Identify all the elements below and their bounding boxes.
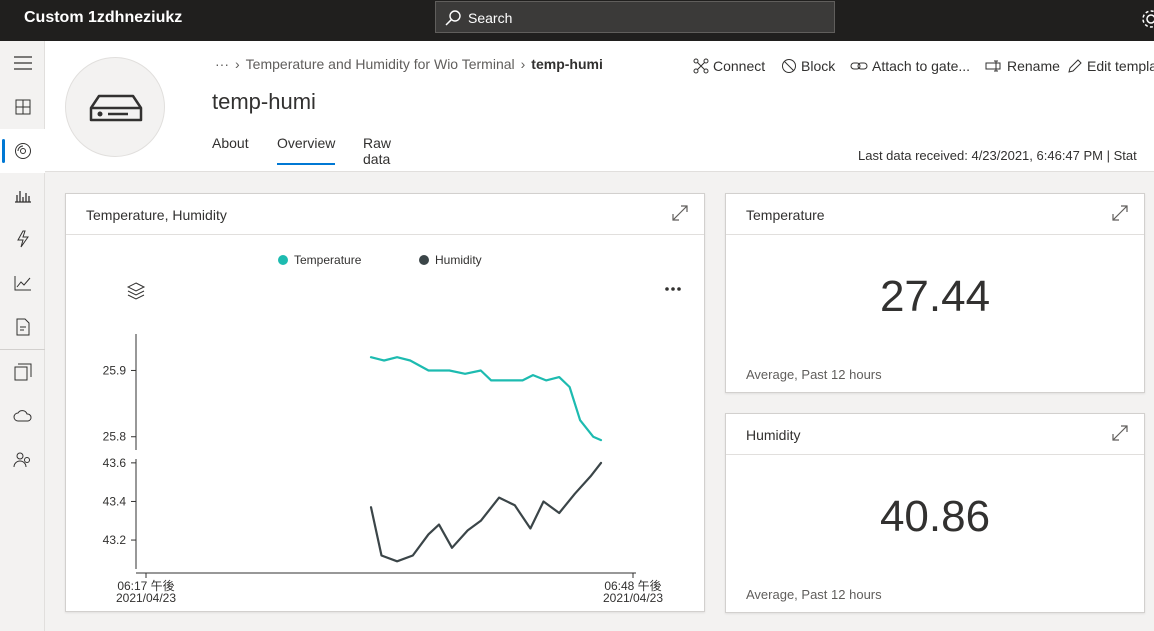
rules-icon xyxy=(16,230,29,248)
series-line-humidity xyxy=(369,461,603,563)
breadcrumb-more-button[interactable]: ··· xyxy=(215,56,229,72)
devices-icon xyxy=(14,143,31,159)
rename-label: Rename xyxy=(1007,58,1060,74)
nav-jobs[interactable] xyxy=(0,305,45,349)
card-header: Humidity xyxy=(726,414,1144,455)
rename-icon xyxy=(985,60,1001,72)
nav-permissions[interactable] xyxy=(0,438,45,482)
people-icon xyxy=(13,452,30,468)
dashboard-icon xyxy=(15,99,30,115)
y-tick-label: 25.8 xyxy=(103,430,127,444)
chevron-right-icon: › xyxy=(235,56,240,72)
rename-button[interactable]: Rename xyxy=(985,56,1060,76)
nav-device-templates[interactable] xyxy=(0,350,45,394)
edit-pencil-icon xyxy=(1068,59,1082,73)
breadcrumb-template-link[interactable]: Temperature and Humidity for Wio Termina… xyxy=(246,56,515,72)
search-box[interactable]: Search xyxy=(435,1,835,33)
y-tick-label: 43.6 xyxy=(103,456,127,470)
page-title: temp-humi xyxy=(212,89,316,114)
kpi-value: 40.86 xyxy=(879,492,991,541)
expand-icon[interactable] xyxy=(1112,425,1128,441)
line-chart-icon xyxy=(14,276,31,291)
card-header: Temperature xyxy=(726,194,1144,235)
device-avatar xyxy=(65,57,165,157)
connect-icon xyxy=(693,58,709,74)
x-tick-label: 2021/04/23 xyxy=(603,591,663,605)
connect-label: Connect xyxy=(713,58,766,74)
expand-icon[interactable] xyxy=(1112,205,1128,221)
nav-dashboard[interactable] xyxy=(0,85,45,129)
y-tick-label: 43.4 xyxy=(103,494,127,508)
last-data-received: Last data received: 4/23/2021, 6:46:47 P… xyxy=(858,148,1137,163)
line-chart: 25.925.843.643.443.206:17 午後2021/04/2306… xyxy=(103,334,663,605)
connect-button[interactable]: Connect xyxy=(693,56,765,76)
search-label: Search xyxy=(468,10,513,26)
block-icon xyxy=(782,59,796,73)
jobs-icon xyxy=(16,318,29,336)
nav-analytics[interactable] xyxy=(0,261,45,305)
cloud-sync-icon xyxy=(13,410,31,422)
link-icon xyxy=(850,62,868,70)
hamburger-menu-button[interactable] xyxy=(0,41,45,85)
attach-to-gateway-button[interactable]: Attach to gate... xyxy=(850,56,970,76)
series-line-temperature xyxy=(369,356,603,442)
block-button[interactable]: Block xyxy=(781,56,835,76)
line-chart-card: Temperature, Humidity Temperature Humidi… xyxy=(65,193,705,612)
templates-icon xyxy=(14,363,31,381)
settings-gear-icon[interactable] xyxy=(1140,8,1154,30)
tab-raw-data[interactable]: Raw data xyxy=(363,135,391,167)
block-label: Block xyxy=(801,58,836,74)
kpi-value: 27.44 xyxy=(879,272,991,321)
tab-overview[interactable]: Overview xyxy=(277,135,336,165)
breadcrumb: ··· › Temperature and Humidity for Wio Ter… xyxy=(215,56,603,72)
top-bar: Custom 1zdhneziukz Search xyxy=(0,0,1154,41)
breadcrumb-current: temp-humi xyxy=(531,56,603,72)
kpi-temperature-card: Temperature 27.44 Average, Past 12 hours xyxy=(725,193,1145,393)
kpi-footer: Average, Past 12 hours xyxy=(746,367,882,382)
tab-about[interactable]: About xyxy=(212,135,249,165)
y-tick-label: 25.9 xyxy=(103,363,127,377)
device-icon xyxy=(89,94,143,122)
hamburger-icon xyxy=(13,56,32,70)
kpi-humidity-card: Humidity 40.86 Average, Past 12 hours xyxy=(725,413,1145,613)
left-navigation xyxy=(0,41,45,631)
x-tick-label: 2021/04/23 xyxy=(116,591,176,605)
edit-template-button[interactable]: Edit templa xyxy=(1067,56,1154,76)
kpi-footer: Average, Past 12 hours xyxy=(746,587,882,602)
card-title: Temperature xyxy=(746,207,825,223)
app-title: Custom 1zdhneziukz xyxy=(24,9,183,26)
card-title: Humidity xyxy=(746,427,801,443)
nav-data-export[interactable] xyxy=(0,394,45,438)
edit-template-label: Edit templa xyxy=(1087,58,1154,74)
attach-label: Attach to gate... xyxy=(872,58,971,74)
chevron-right-icon: › xyxy=(520,56,526,72)
y-tick-label: 43.2 xyxy=(103,533,127,547)
nav-rules[interactable] xyxy=(0,217,45,261)
bar-chart-icon xyxy=(14,191,31,203)
search-icon xyxy=(445,10,461,26)
nav-device-groups[interactable] xyxy=(0,173,45,217)
device-header: ··· › Temperature and Humidity for Wio Ter… xyxy=(45,41,1154,172)
nav-devices[interactable] xyxy=(0,129,45,173)
